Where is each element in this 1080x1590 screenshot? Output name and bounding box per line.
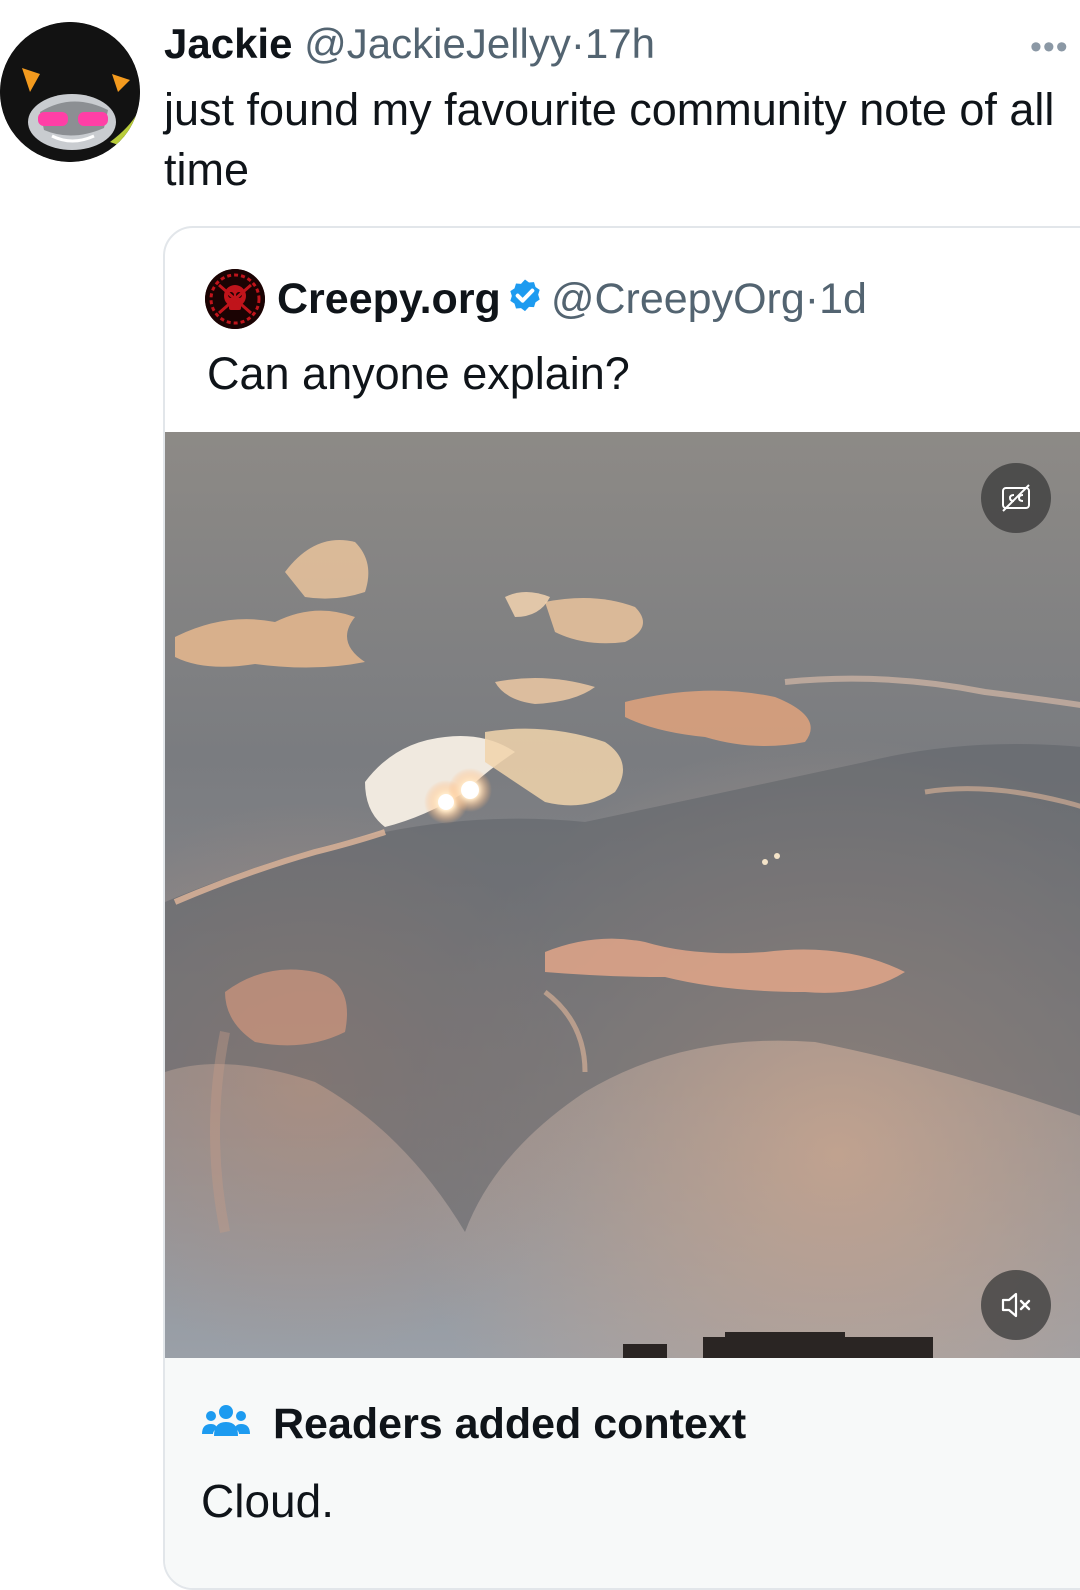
video-frame-cloud-image: [165, 432, 1080, 1358]
community-note-title: Readers added context: [273, 1400, 747, 1448]
community-note-header: Readers added context: [201, 1398, 746, 1450]
header-separator: ·: [570, 20, 585, 67]
quoted-header-separator: ·: [804, 275, 820, 323]
quoted-author-avatar[interactable]: [205, 269, 265, 329]
people-icon: [201, 1402, 251, 1447]
community-note[interactable]: Readers added context Cloud.: [165, 1358, 1080, 1588]
quoted-tweet-card[interactable]: Creepy.org @CreepyOrg·1d Can anyone expl…: [163, 226, 1080, 1590]
volume-muted-icon: [998, 1287, 1034, 1323]
captions-off-button[interactable]: [981, 463, 1051, 533]
tweet-header: Jackie @JackieJellyy·17h: [164, 18, 655, 70]
quoted-display-name[interactable]: Creepy.org: [277, 275, 501, 323]
video-player[interactable]: [165, 432, 1080, 1358]
tweet-timestamp[interactable]: 17h: [585, 20, 655, 67]
quoted-tweet-header: Creepy.org @CreepyOrg·1d: [277, 272, 867, 330]
more-options-icon[interactable]: •••: [1030, 28, 1069, 67]
author-avatar[interactable]: [0, 22, 140, 162]
quoted-tweet-text: Can anyone explain?: [207, 348, 630, 399]
captions-off-icon: [999, 481, 1033, 515]
community-note-body: Cloud.: [201, 1475, 334, 1527]
quoted-handle[interactable]: @CreepyOrg: [551, 275, 805, 323]
author-handle[interactable]: @JackieJellyy: [304, 20, 571, 67]
tweet-text: just found my favourite community note o…: [164, 84, 1055, 195]
verified-badge-icon: [505, 276, 545, 330]
mute-toggle-button[interactable]: [981, 1270, 1051, 1340]
author-display-name[interactable]: Jackie: [164, 20, 292, 67]
quoted-timestamp[interactable]: 1d: [819, 275, 867, 323]
